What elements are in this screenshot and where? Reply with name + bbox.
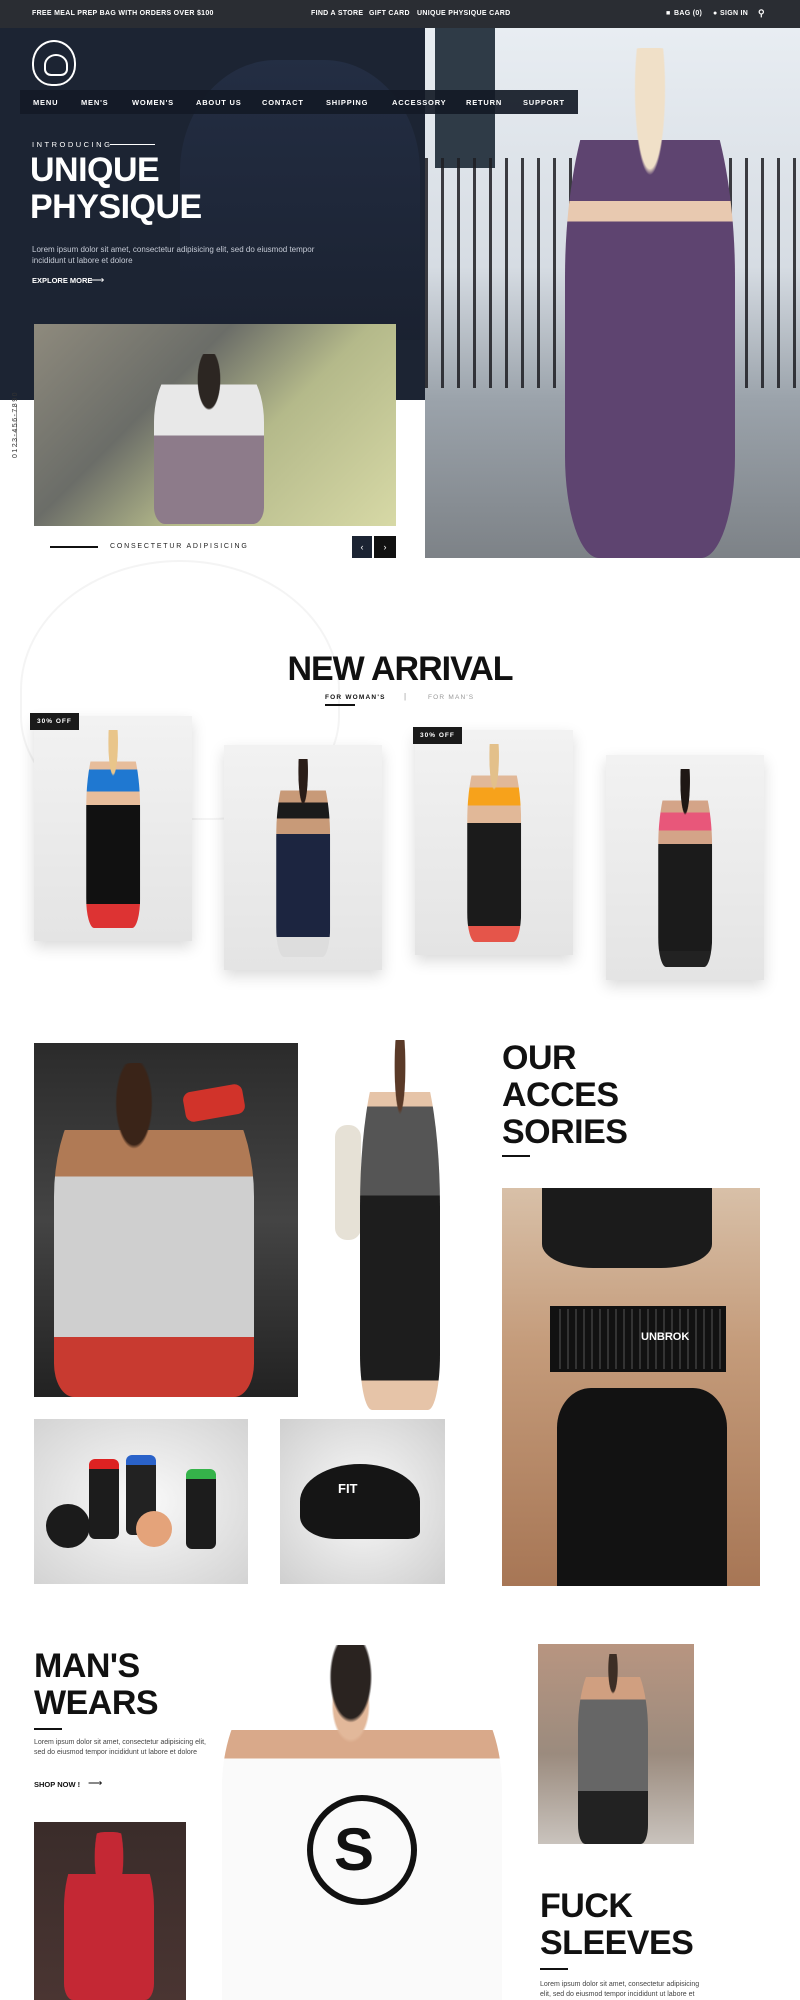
bottles-photo[interactable]	[34, 1419, 248, 1584]
sleeves-title-line2: SLEEVES	[540, 1924, 694, 1962]
explore-more-link[interactable]: EXPLORE MORE	[32, 276, 92, 285]
mens-wears-title-line1: MAN'S	[34, 1647, 140, 1685]
gym-photo	[34, 324, 396, 526]
accessories-title-line2: ACCES	[502, 1076, 619, 1114]
product-card[interactable]	[34, 716, 192, 941]
nav-accessory[interactable]: ACCESSORY	[392, 98, 446, 107]
hero-title: UNIQUE PHYSIQUE	[30, 152, 270, 226]
yoga-woman-figure	[360, 1040, 440, 1410]
product-figure	[86, 729, 140, 928]
sleeves-title-line1: FUCK	[540, 1887, 633, 1925]
model-figure	[565, 48, 735, 558]
cap-label: FIT	[338, 1481, 358, 1496]
product-card[interactable]	[415, 730, 573, 955]
street-man-figure	[578, 1654, 648, 1844]
nav-return[interactable]: RETURN	[466, 98, 502, 107]
tab-womens[interactable]: FOR WOMAN'S	[325, 694, 386, 701]
nav-about[interactable]: ABOUT US	[196, 98, 242, 107]
arrow-right-icon[interactable]: ⟶	[88, 1779, 102, 1789]
bottle	[186, 1469, 216, 1549]
find-store-link[interactable]: FIND A STORE	[311, 10, 363, 17]
nav-support[interactable]: SUPPORT	[523, 98, 565, 107]
black-shorts	[557, 1388, 727, 1586]
accessories-title-line1: OUR	[502, 1039, 577, 1077]
red-hoodie-photo[interactable]	[34, 1822, 186, 2000]
tank-logo-s: S	[334, 1816, 375, 1883]
arrow-right-icon[interactable]: ⟶	[90, 276, 104, 286]
phone-number[interactable]: 0123-456-7890	[12, 391, 19, 458]
belt-label: UNBROK	[641, 1331, 690, 1343]
accessories-title-line3: SORIES	[502, 1113, 628, 1151]
next-slide-button[interactable]: ›	[374, 536, 396, 558]
nav-menu[interactable]: MENU	[33, 98, 58, 107]
tab-separator: |	[404, 692, 407, 701]
main-nav: MENU MEN'S WOMEN'S ABOUT US CONTACT SHIP…	[20, 90, 578, 114]
weight-plate	[46, 1504, 90, 1548]
red-hoodie-figure	[64, 1832, 154, 2000]
street-tank-photo[interactable]	[538, 1644, 694, 1844]
hero-title-line2: PHYSIQUE	[30, 188, 202, 226]
product-figure	[658, 768, 712, 967]
slide-caption: CONSECTETUR ADIPISICING	[110, 543, 249, 550]
discount-badge: 30% OFF	[30, 713, 79, 730]
gorilla-logo-icon[interactable]	[32, 40, 76, 86]
nav-womens[interactable]: WOMEN'S	[132, 98, 174, 107]
title-underline	[34, 1728, 62, 1730]
nav-contact[interactable]: CONTACT	[262, 98, 304, 107]
mens-wears-text: Lorem ipsum dolor sit amet, consectetur …	[34, 1739, 206, 1756]
prev-slide-button[interactable]: ‹	[352, 536, 372, 558]
mens-wears-title-line2: WEARS	[34, 1684, 159, 1722]
physique-card-link[interactable]: UNIQUE PHYSIQUE CARD	[417, 10, 511, 17]
snapback-cap	[300, 1464, 420, 1539]
bag-icon[interactable]: ■	[666, 10, 671, 17]
sleeves-title: FUCK SLEEVES	[540, 1887, 694, 1970]
tab-active-underline	[325, 704, 355, 706]
lifting-belt: UNBROK	[550, 1306, 726, 1372]
promo-text: FREE MEAL PREP BAG WITH ORDERS OVER $100	[32, 10, 214, 17]
hero-eyebrow: INTRODUCING	[32, 140, 113, 149]
tab-mens[interactable]: FOR MAN'S	[428, 694, 474, 701]
muscle-man-photo	[34, 1043, 298, 1397]
product-figure	[276, 758, 330, 957]
lifting-belt-photo[interactable]: UNBROK	[502, 1188, 760, 1586]
sleeves-text: Lorem ipsum dolor sit amet, consectetur …	[540, 1981, 700, 1998]
top-bar: FREE MEAL PREP BAG WITH ORDERS OVER $100…	[0, 0, 800, 28]
shop-now-link[interactable]: SHOP NOW !	[34, 1780, 80, 1789]
title-underline	[540, 1968, 568, 1970]
product-card[interactable]	[606, 755, 764, 980]
new-arrival-title: NEW ARRIVAL	[287, 650, 513, 688]
tank-top-model[interactable]: S	[222, 1645, 502, 2000]
hero-title-line1: UNIQUE	[30, 151, 160, 189]
nav-mens[interactable]: MEN'S	[81, 98, 108, 107]
cap-photo[interactable]: FIT	[280, 1419, 445, 1584]
mens-wears-title: MAN'S WEARS	[34, 1647, 159, 1730]
weight-plate	[136, 1511, 172, 1547]
gift-card-link[interactable]: GIFT CARD	[369, 10, 410, 17]
gym-woman-figure	[154, 354, 264, 524]
bag-link[interactable]: BAG (0)	[674, 10, 702, 17]
yoga-mat	[335, 1125, 361, 1240]
product-figure	[467, 743, 521, 942]
product-card[interactable]	[224, 745, 382, 970]
hero-text: Lorem ipsum dolor sit amet, consectetur …	[32, 245, 315, 265]
discount-badge: 30% OFF	[413, 727, 462, 744]
sign-in-link[interactable]: SIGN IN	[720, 10, 748, 17]
title-underline	[502, 1155, 530, 1157]
accessories-title: OUR ACCES SORIES	[502, 1039, 628, 1157]
eyebrow-line	[110, 144, 155, 145]
bottle	[89, 1459, 119, 1539]
nav-shipping[interactable]: SHIPPING	[326, 98, 368, 107]
slide-indicator	[50, 546, 98, 548]
search-icon[interactable]: ⚲	[758, 8, 765, 19]
user-icon[interactable]: ●	[713, 10, 718, 17]
sports-bra	[542, 1188, 712, 1268]
